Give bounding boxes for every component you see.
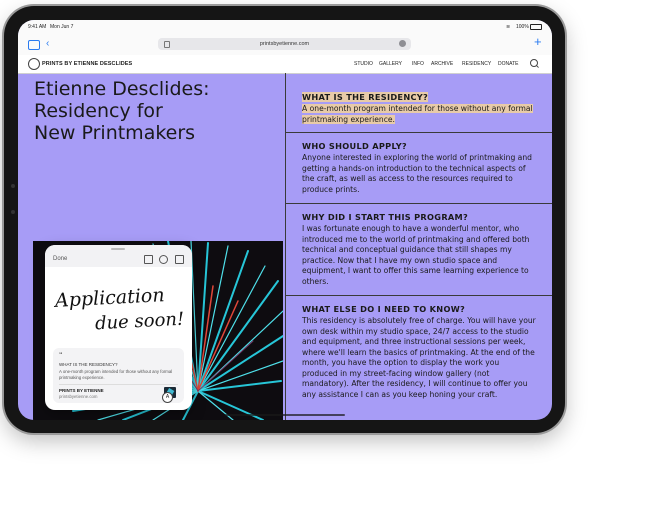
site-brand[interactable]: PRINTS BY ETIENNE DESCLIDES — [42, 61, 132, 67]
card-separator — [59, 384, 178, 385]
sidebar-icon[interactable] — [28, 40, 40, 50]
more-icon[interactable] — [159, 255, 168, 264]
faq-section: WHO SHOULD APPLY? Anyone interested in e… — [286, 133, 552, 204]
faq-question: WHO SHOULD APPLY? — [302, 141, 407, 151]
address-bar[interactable]: printsbyetienne.com — [158, 38, 411, 50]
title-line: New Printmakers — [34, 122, 196, 144]
site-logo-icon[interactable] — [28, 58, 40, 70]
ipad-screen: 9:41 AM Mon Jun 7 ≋ 100% ‹ printsbyetien… — [18, 20, 552, 420]
lock-icon — [164, 41, 170, 48]
status-date: Mon Jun 7 — [50, 24, 74, 30]
browser-toolbar: ‹ printsbyetienne.com + — [18, 33, 552, 55]
faq-section: WHAT IS THE RESIDENCY? A one-month progr… — [286, 73, 552, 133]
gallery-icon[interactable] — [175, 255, 184, 264]
faq-question: WHAT IS THE RESIDENCY? — [302, 92, 429, 102]
handwritten-note: due soon! — [94, 308, 185, 335]
nav-archive[interactable]: ARCHIVE — [431, 61, 453, 67]
home-indicator[interactable] — [225, 414, 345, 416]
faq-answer: A one-month program intended for those w… — [302, 104, 533, 124]
back-icon[interactable]: ‹ — [46, 39, 49, 49]
new-tab-icon[interactable]: + — [534, 35, 542, 48]
card-url: printsbyetienne.com — [59, 394, 98, 399]
side-camera-dot — [11, 184, 15, 188]
card-site-name: PRINTS BY ETIENNE — [59, 388, 104, 393]
faq-question: WHAT ELSE DO I NEED TO KNOW? — [302, 304, 466, 314]
reload-icon[interactable] — [399, 40, 406, 47]
site-nav: PRINTS BY ETIENNE DESCLIDES STUDIO GALLE… — [18, 55, 552, 74]
battery-icon — [530, 24, 542, 30]
faq-section: WHAT ELSE DO I NEED TO KNOW? This reside… — [286, 296, 552, 420]
status-battery: 100% — [516, 24, 529, 30]
card-question: WHAT IS THE RESIDENCY? — [59, 362, 118, 367]
title-line: Residency for — [34, 100, 163, 122]
page-title: Etienne Desclides: Residency for New Pri… — [34, 78, 274, 144]
nav-residency[interactable]: RESIDENCY — [462, 61, 491, 67]
status-time: 9:41 AM — [28, 24, 47, 30]
address-text: printsbyetienne.com — [259, 41, 310, 47]
faq-answer: I was fortunate enough to have a wonderf… — [302, 224, 530, 286]
quick-note-panel[interactable]: Done Application due soon! “ WHAT IS THE… — [45, 245, 192, 410]
handwritten-note: Application — [54, 284, 166, 312]
faq-question: WHY DID I START THIS PROGRAM? — [302, 212, 469, 222]
nav-info[interactable]: INFO — [412, 61, 424, 67]
faq-answer: Anyone interested in exploring the world… — [302, 153, 532, 194]
wifi-icon: ≋ — [506, 24, 511, 30]
nav-studio[interactable]: STUDIO — [354, 61, 373, 67]
title-line: Etienne Desclides: — [34, 78, 210, 100]
nav-donate[interactable]: DONATE — [498, 61, 518, 67]
done-button[interactable]: Done — [53, 256, 67, 262]
ipad-device: 9:41 AM Mon Jun 7 ≋ 100% ‹ printsbyetien… — [4, 6, 565, 433]
card-text: A one-month program intended for those w… — [59, 369, 173, 380]
status-bar: 9:41 AM Mon Jun 7 ≋ 100% — [18, 20, 552, 33]
drag-handle[interactable] — [111, 248, 125, 250]
quote-icon: “ — [59, 352, 63, 359]
side-camera-dot — [11, 210, 15, 214]
faq-section: WHY DID I START THIS PROGRAM? I was fort… — [286, 204, 552, 296]
nav-gallery[interactable]: GALLERY — [379, 61, 402, 67]
search-icon[interactable] — [530, 59, 538, 67]
quick-note-header: Done — [45, 245, 192, 267]
note-link-icon[interactable]: A — [162, 392, 173, 403]
faq-answer: This residency is absolutely free of cha… — [302, 316, 536, 399]
compose-icon[interactable] — [144, 255, 153, 264]
